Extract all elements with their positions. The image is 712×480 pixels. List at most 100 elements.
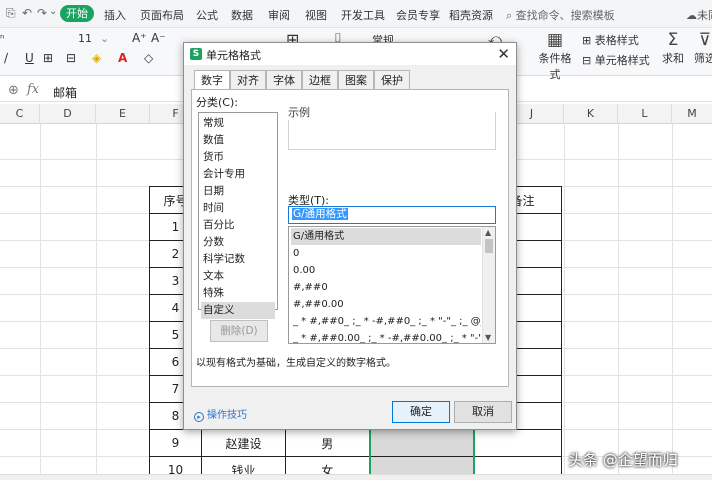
scroll-up-icon[interactable]: ▲ <box>485 228 491 237</box>
tab-member[interactable]: 会员专享 <box>396 7 440 23</box>
font-name-tail: ⁿ <box>0 32 5 45</box>
ok-button[interactable]: 确定 <box>392 401 450 423</box>
table-style-button[interactable]: ⊞ 表格样式 <box>582 32 639 48</box>
format-cells-dialog: S 单元格格式 ✕ 数字 对齐 字体 边框 图案 保护 分类(C): 常规 数值… <box>183 42 517 430</box>
table-cell[interactable]: 9 <box>149 429 202 457</box>
column-header-d[interactable]: D <box>40 104 96 124</box>
search-icon: ⌕ <box>506 9 513 22</box>
tab-border[interactable]: 边框 <box>302 70 338 90</box>
table-cell[interactable] <box>473 429 562 457</box>
grid-icon[interactable]: ⊟ <box>66 51 76 65</box>
grid-line <box>564 124 565 474</box>
redo-icon[interactable]: ↷ <box>37 6 47 20</box>
formula-input[interactable]: 邮箱 <box>53 84 77 101</box>
chevron-down-icon[interactable]: ⌄ <box>100 32 109 45</box>
fx-icon[interactable]: fx <box>27 82 39 97</box>
list-item[interactable]: 百分比 <box>201 217 275 234</box>
scrollbar-thumb[interactable] <box>485 239 493 253</box>
font-color-icon[interactable]: A <box>118 51 127 65</box>
list-item[interactable]: 时间 <box>201 200 275 217</box>
list-item[interactable]: 货币 <box>201 149 275 166</box>
chevron-down-icon[interactable]: ⌄ <box>49 6 57 17</box>
column-header-l[interactable]: L <box>618 104 672 124</box>
list-item[interactable]: 数值 <box>201 132 275 149</box>
type-input[interactable]: G/通用格式 <box>288 206 496 224</box>
cancel-button[interactable]: 取消 <box>454 401 512 423</box>
category-list[interactable]: 常规 数值 货币 会计专用 日期 时间 百分比 分数 科学记数 文本 特殊 自定… <box>198 112 278 319</box>
font-shrink-icon[interactable]: A⁻ <box>151 31 166 45</box>
list-item[interactable]: 0 <box>291 245 481 262</box>
type-input-value: G/通用格式 <box>292 208 348 220</box>
tab-font[interactable]: 字体 <box>266 70 302 90</box>
table-cell[interactable] <box>368 429 475 457</box>
italic-icon[interactable]: / <box>4 51 8 65</box>
format-list-scrollbar[interactable]: ▲ ▼ <box>482 227 495 343</box>
font-grow-icon[interactable]: A⁺ <box>132 31 147 45</box>
grid-line <box>618 124 619 474</box>
filter-button[interactable]: ⊽ 筛选 <box>690 30 712 66</box>
undo-icon[interactable]: ↶ <box>22 6 32 20</box>
tab-review[interactable]: 审阅 <box>268 7 290 23</box>
play-icon: ▸ <box>194 412 204 422</box>
eraser-icon[interactable]: ◇ <box>144 51 153 65</box>
list-item[interactable]: 文本 <box>201 268 275 285</box>
scroll-down-icon[interactable]: ▼ <box>485 333 491 342</box>
tab-formula[interactable]: 公式 <box>196 7 218 23</box>
format-list[interactable]: G/通用格式 0 0.00 #,##0 #,##0.00 _ * #,##0_ … <box>288 226 496 344</box>
list-item[interactable]: 分数 <box>201 234 275 251</box>
tab-view[interactable]: 视图 <box>305 7 327 23</box>
delete-button[interactable]: 删除(D) <box>210 320 268 342</box>
tab-insert[interactable]: 插入 <box>104 7 126 23</box>
column-header-e[interactable]: E <box>96 104 150 124</box>
dialog-title-bar[interactable]: S 单元格格式 ✕ <box>184 43 516 65</box>
list-item[interactable]: 会计专用 <box>201 166 275 183</box>
table-cell[interactable]: 赵建设 <box>201 429 286 457</box>
condition-format-label: 条件格式 <box>538 52 572 81</box>
tab-number[interactable]: 数字 <box>194 70 230 91</box>
tab-start[interactable]: 开始 <box>60 5 94 22</box>
fill-color-icon[interactable]: ◈ <box>92 51 101 65</box>
list-item[interactable]: 0.00 <box>291 262 481 279</box>
tab-docer[interactable]: 稻壳资源 <box>449 7 493 23</box>
list-item[interactable]: 常规 <box>201 115 275 132</box>
sheet-tab-bar <box>0 474 712 480</box>
list-item[interactable]: #,##0 <box>291 279 481 296</box>
cloud-icon: ☁ <box>686 9 697 22</box>
list-item[interactable]: 日期 <box>201 183 275 200</box>
condition-format-button[interactable]: ▦ 条件格式 <box>534 30 576 82</box>
sigma-icon: Σ <box>667 30 679 50</box>
list-item[interactable]: 自定义 <box>201 302 275 319</box>
close-icon[interactable]: ✕ <box>497 45 510 63</box>
column-header-c[interactable]: C <box>0 104 40 124</box>
tips-link[interactable]: ▸ 操作技巧 <box>194 406 247 422</box>
command-search[interactable]: ⌕ 查找命令、搜索模板 <box>506 7 615 23</box>
column-header-k[interactable]: K <box>564 104 618 124</box>
filter-icon: ⊽ <box>698 30 712 50</box>
tab-page-layout[interactable]: 页面布局 <box>140 7 184 23</box>
list-item[interactable]: G/通用格式 <box>291 228 481 245</box>
table-cell[interactable]: 男 <box>285 429 370 457</box>
tab-developer[interactable]: 开发工具 <box>341 7 385 23</box>
list-item[interactable]: #,##0.00 <box>291 296 481 313</box>
list-item[interactable]: _ * #,##0_ ;_ * -#,##0_ ;_ * "-"_ ;_ @_ <box>291 313 481 330</box>
sum-button[interactable]: Σ 求和 <box>660 30 686 66</box>
tab-data[interactable]: 数据 <box>231 7 253 23</box>
tab-pattern[interactable]: 图案 <box>338 70 374 90</box>
underline-icon[interactable]: U <box>25 51 34 65</box>
border-icon[interactable]: ⊞ <box>43 51 53 65</box>
list-item[interactable]: _ * #,##0.00_ ;_ * -#,##0.00_ ;_ * "-"??… <box>291 330 481 343</box>
font-size-select[interactable]: 11 <box>78 32 92 45</box>
tab-protection[interactable]: 保护 <box>374 70 410 90</box>
table-row: 9 赵建设男 <box>149 429 562 457</box>
table-style-label: 表格样式 <box>594 34 639 47</box>
tab-alignment[interactable]: 对齐 <box>230 70 266 90</box>
list-item[interactable]: 科学记数 <box>201 251 275 268</box>
column-header-m[interactable]: M <box>672 104 712 124</box>
list-item[interactable]: 特殊 <box>201 285 275 302</box>
zoom-icon[interactable]: ⊕ <box>8 83 19 98</box>
grid-line <box>672 124 673 474</box>
save-icon[interactable]: ⎘ <box>6 6 16 21</box>
cloud-sync-status[interactable]: ☁未同 <box>686 7 712 23</box>
cell-style-button[interactable]: ⊟ 单元格样式 <box>582 52 650 68</box>
filter-label: 筛选 <box>694 52 712 65</box>
